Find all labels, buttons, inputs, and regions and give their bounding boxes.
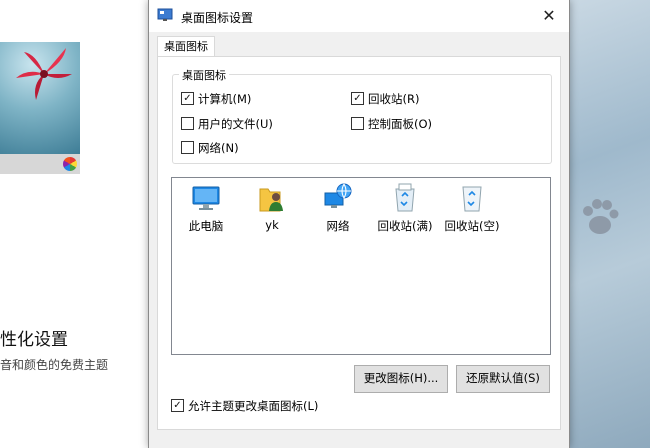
checkbox-control-panel[interactable]: 控制面板(O): [351, 116, 432, 132]
desktop-icons-group: 桌面图标 ✓ 计算机(M) ✓ 回收站(R) 用户的文件(U) 控制面板(O) 网络…: [172, 67, 552, 164]
restore-default-button[interactable]: 还原默认值(S): [456, 365, 550, 393]
checkbox-computer[interactable]: ✓ 计算机(M): [181, 91, 251, 107]
icon-item-recycle-bin-full[interactable]: 回收站(满): [369, 181, 441, 234]
icon-item-recycle-bin-empty[interactable]: 回收站(空): [436, 181, 508, 234]
checkbox-user-files[interactable]: 用户的文件(U): [181, 116, 273, 132]
flower-image: [16, 48, 72, 100]
desktop-icon-settings-dialog: 桌面图标设置 ✕ 桌面图标 桌面图标 ✓ 计算机(M) ✓ 回收站(R) 用户的文件…: [148, 0, 570, 448]
desktop-wallpaper: [566, 0, 650, 448]
checkbox-computer-box[interactable]: ✓: [181, 92, 194, 105]
checkbox-computer-label: 计算机(M): [198, 92, 252, 106]
this-pc-icon: [192, 186, 220, 210]
icon-list[interactable]: 此电脑 yk 网络 回收站(满) 回收站(空): [171, 177, 551, 355]
dialog-title: 桌面图标设置: [181, 11, 254, 25]
checkbox-network[interactable]: 网络(N): [181, 140, 239, 156]
color-wheel-icon: [63, 157, 77, 171]
close-icon: ✕: [542, 6, 556, 25]
tab-panel: 桌面图标 ✓ 计算机(M) ✓ 回收站(R) 用户的文件(U) 控制面板(O) 网络…: [157, 56, 561, 430]
icon-item-this-pc[interactable]: 此电脑: [170, 181, 242, 234]
recycle-bin-empty-icon: [462, 186, 482, 212]
icon-label: 网络: [326, 219, 350, 233]
checkbox-recycle-bin[interactable]: ✓ 回收站(R): [351, 91, 419, 107]
desktop-settings-icon: [157, 8, 173, 21]
checkbox-user-files-box[interactable]: [181, 117, 194, 130]
checkbox-allow-themes-box[interactable]: ✓: [171, 399, 184, 412]
checkbox-recycle-bin-label: 回收站(R): [368, 92, 420, 106]
group-label: 桌面图标: [179, 67, 229, 83]
paw-print-icon: [583, 199, 619, 234]
checkbox-allow-themes-label: 允许主题更改桌面图标(L): [188, 399, 319, 413]
icon-item-user-folder[interactable]: yk: [236, 181, 308, 232]
checkbox-network-label: 网络(N): [198, 141, 239, 155]
network-icon: [324, 183, 352, 208]
recycle-bin-full-icon: [395, 183, 415, 212]
checkbox-network-box[interactable]: [181, 141, 194, 154]
checkbox-control-panel-label: 控制面板(O): [368, 117, 433, 131]
checkbox-allow-themes[interactable]: ✓ 允许主题更改桌面图标(L): [171, 398, 318, 414]
tab-desktop-icons[interactable]: 桌面图标: [157, 36, 215, 57]
icon-label: 回收站(满): [377, 219, 433, 233]
personalization-background: 性化设置 音和颜色的免费主题: [0, 0, 150, 448]
theme-thumbnail[interactable]: [0, 42, 80, 154]
checkbox-recycle-bin-box[interactable]: ✓: [351, 92, 364, 105]
icon-label: 回收站(空): [444, 219, 500, 233]
change-icon-button[interactable]: 更改图标(H)...: [354, 365, 448, 393]
checkbox-control-panel-box[interactable]: [351, 117, 364, 130]
background-page-title: 性化设置: [0, 330, 68, 350]
checkbox-user-files-label: 用户的文件(U): [198, 117, 273, 131]
icon-label: 此电脑: [188, 219, 224, 233]
icon-label: yk: [265, 218, 279, 232]
user-folder-icon: [259, 188, 283, 212]
background-page-subtitle: 音和颜色的免费主题: [0, 358, 109, 372]
title-bar[interactable]: 桌面图标设置 ✕: [149, 0, 569, 32]
icon-item-network[interactable]: 网络: [302, 181, 374, 234]
close-button[interactable]: ✕: [529, 0, 569, 32]
